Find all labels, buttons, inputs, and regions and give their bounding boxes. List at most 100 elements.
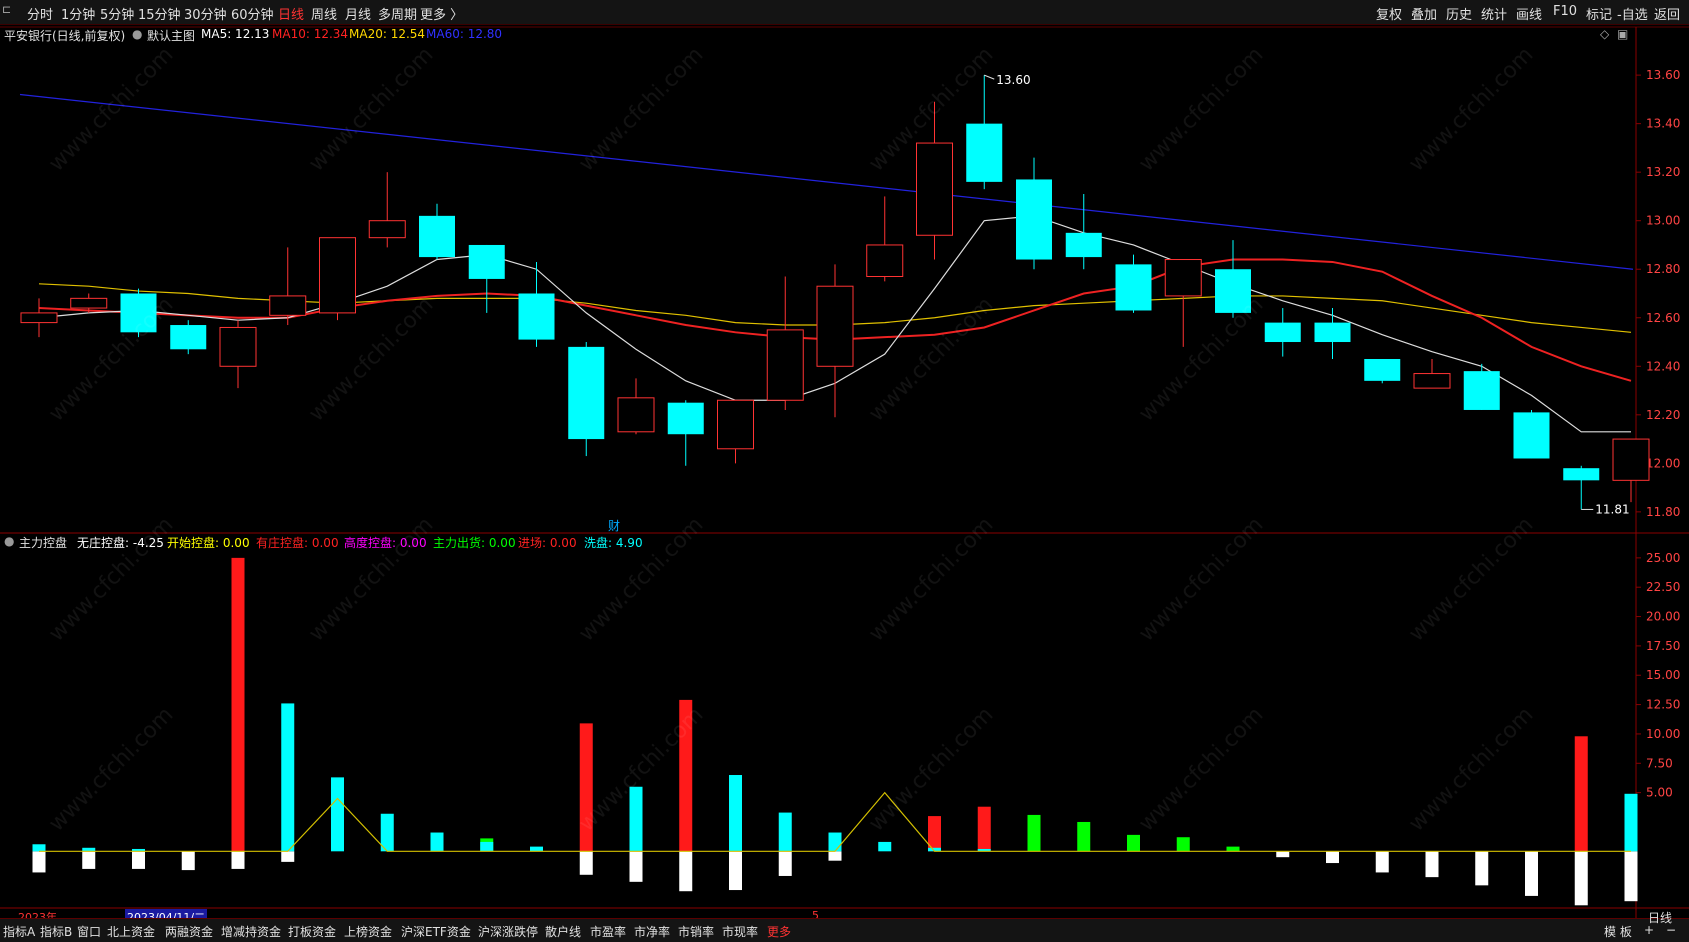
ind-neg-bar-4 [231,851,245,869]
candle-body-8 [419,215,455,258]
ind-neg-bar-5 [281,851,295,862]
ind-neg-bar-2 [132,851,145,869]
watermark-8: www.cfchi.com [864,292,998,426]
bottom-tab-2[interactable]: 窗口 [77,923,101,940]
ind-neg-bar-13 [679,851,693,892]
ind-ytick-label-7: 7.50 [1646,756,1673,770]
ind-neg-bar-16 [828,851,842,861]
candle-body-27 [1364,359,1401,381]
bottom-tab-bar: 指标A 指标B 窗口 北上资金 两融资金 增减持资金 打板资金 上榜资金 沪深ETF资金 沪深涨跌… [0,918,1689,942]
bottom-tab-8[interactable]: 沪深ETF资金 [401,923,471,940]
ind-ytick-label-6: 10.00 [1646,727,1680,741]
ind-pos-bar-6 [331,777,344,852]
ind-neg-bar-1 [82,851,96,869]
bottom-tab-5[interactable]: 增减持资金 [221,923,281,940]
candle-body-23 [1164,259,1202,297]
candle-body-9 [468,244,505,279]
kline-chart[interactable]: 13.60 13.40 13.20 13.00 12.80 12.60 12.40 12.20… [0,0,1689,941]
ind-neg-bar-12 [629,851,643,882]
bottom-tab-6[interactable]: 打板资金 [288,923,336,940]
bottom-tab-12[interactable]: 市净率 [634,923,670,940]
low-label: 11.81 [1595,502,1629,516]
watermark-5: www.cfchi.com [1404,42,1538,176]
template-button[interactable]: 模 板 [1604,923,1632,940]
ind-pos2-bar-9 [480,841,494,852]
high-label: 13.60 [996,73,1030,87]
candle-body-6 [319,237,356,314]
ma60-line [19,93,1634,270]
ind-ytick-label-8: 5.00 [1646,786,1673,800]
ind-neg-bar-25 [1276,851,1290,858]
ind-pos-bar-31 [1574,736,1588,852]
bottom-tab-4[interactable]: 两融资金 [165,923,213,940]
watermark-16: www.cfchi.com [44,702,178,836]
candle-body-28 [1413,373,1451,389]
bottom-tab-0[interactable]: 指标A [3,923,35,940]
main-ytick-label-7: 12.20 [1646,408,1680,422]
ind-neg-bar-14 [729,851,742,891]
candle-body-21 [1065,232,1102,258]
bottom-tab-1[interactable]: 指标B [40,923,72,940]
candle-body-11 [568,346,605,440]
watermark-4: www.cfchi.com [1134,42,1268,176]
ind-neg-bar-11 [579,851,593,875]
candle-body-3 [170,325,207,350]
candle-body-32 [1612,438,1650,481]
candle-body-17 [866,244,904,278]
ind-ytick-label-2: 20.00 [1646,610,1680,624]
main-ytick-label-2: 13.20 [1646,165,1680,179]
ind-pos-bar-10 [530,846,543,852]
candle-body-7 [368,220,406,239]
ind-neg-bar-27 [1375,851,1389,873]
ind-pos-bar-5 [281,703,295,852]
candle-body-31 [1563,468,1600,481]
main-ytick-label-9: 11.80 [1646,505,1680,519]
candle-body-14 [717,399,754,450]
ind-pos-bar-17 [878,841,892,852]
bottom-tab-3[interactable]: 北上资金 [107,923,155,940]
candle-body-18 [916,142,953,236]
ind-neg-bar-31 [1574,851,1588,906]
bottom-tab-14[interactable]: 市现率 [722,923,758,940]
bottom-tab-10[interactable]: 散户线 [545,923,581,940]
candle-body-15 [766,329,804,401]
watermark-2: www.cfchi.com [574,42,708,176]
candle-body-29 [1463,371,1500,410]
ind-pos-bar-24 [1226,846,1240,852]
main-ytick-label-1: 13.40 [1646,117,1680,131]
ind-pos-bar-32 [1624,793,1638,852]
ind-ytick-label-1: 22.50 [1646,580,1680,594]
main-ytick-label-3: 13.00 [1646,214,1680,228]
candle-body-30 [1513,412,1550,459]
main-ytick-label-6: 12.40 [1646,359,1680,373]
candle-body-12 [617,397,655,433]
ind-neg-bar-28 [1425,851,1439,878]
ind-neg-bar-15 [778,851,792,876]
ind-neg-bar-0 [32,851,46,873]
event-marker: 财 [608,519,620,533]
candle-body-22 [1115,264,1152,311]
candle-body-5 [269,295,307,316]
bottom-tab-15[interactable]: 更多 [767,923,791,940]
period-label: 日线 [1648,911,1673,925]
ind-pos-bar-8 [430,832,444,852]
watermark-20: www.cfchi.com [1404,702,1538,836]
bottom-tab-7[interactable]: 上榜资金 [344,923,392,940]
ind-pos-bar-22 [1127,834,1140,852]
bottom-tab-9[interactable]: 沪深涨跌停 [478,923,538,940]
candle-body-10 [518,293,555,340]
ind-ytick-label-3: 17.50 [1646,639,1680,653]
ind-pos-bar-0 [32,844,46,852]
ind-ytick-label-5: 12.50 [1646,698,1680,712]
ind-pos-bar-14 [729,775,742,852]
bottom-tab-11[interactable]: 市盈率 [590,923,626,940]
ind-neg-bar-32 [1624,851,1638,902]
watermark-1: www.cfchi.com [304,42,438,176]
bottom-tab-13[interactable]: 市销率 [678,923,714,940]
ind-pos-bar-23 [1176,837,1190,852]
main-ytick-label-5: 12.60 [1646,311,1680,325]
ind-pos-bar-4 [231,557,245,852]
ind-ytick-label-4: 15.00 [1646,668,1680,682]
candle-body-26 [1314,322,1351,343]
high-pointer [984,74,995,80]
